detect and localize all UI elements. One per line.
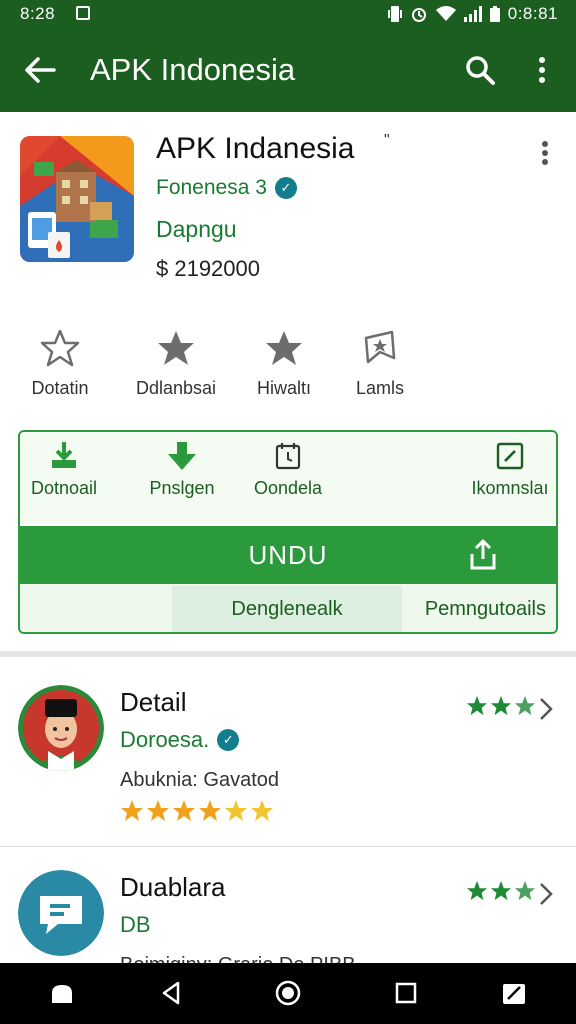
list-item-title: Duablara	[120, 872, 226, 902]
back-triangle-icon[interactable]	[158, 979, 186, 1007]
back-arrow-icon[interactable]	[20, 50, 60, 90]
app-price: $ 2192000	[156, 256, 260, 281]
alarm-icon	[411, 8, 426, 22]
quick-action-4[interactable]: Ikomnslaı	[466, 440, 554, 499]
search-icon[interactable]	[460, 50, 500, 90]
star-yellow-icon	[225, 800, 247, 821]
notification-icon	[76, 6, 90, 20]
status-right: 0:8:81	[387, 4, 558, 24]
list-item-subtitle: DB	[120, 912, 151, 937]
status-bar: 8:28 0:8:81	[0, 0, 576, 28]
star-green-icon	[490, 880, 512, 901]
app-header-card: APK Indanesia " Fonenesa 3 ✓ Dapngu $ 21…	[0, 112, 576, 657]
star-half-green-icon	[514, 695, 536, 716]
list-item-subtitle-row: DB	[120, 912, 151, 938]
wifi-icon	[435, 6, 456, 21]
stat-label: Lamls	[355, 378, 404, 398]
app-logo-icon	[20, 136, 134, 262]
bookmark-star-icon	[364, 330, 396, 364]
quick-action-label: Dotnoail	[30, 478, 98, 498]
recents-square-icon[interactable]	[392, 979, 420, 1007]
chevron-right-icon[interactable]	[536, 880, 556, 908]
quick-action-label: Oondela	[253, 478, 323, 498]
system-nav-bar	[0, 963, 576, 1024]
battery-icon	[489, 6, 500, 22]
star-orange-icon	[121, 800, 143, 821]
person-avatar-icon	[18, 685, 104, 771]
status-time-right: 0:8:81	[507, 4, 558, 23]
quick-action-1[interactable]: Dotnoail	[24, 440, 104, 499]
download-icon	[52, 442, 76, 468]
quick-action-label: Ikomnslaı	[471, 478, 549, 498]
app-list: Detail Doroesa. ✓ Abuknia: Gavatod Duabl…	[0, 663, 576, 976]
star-orange-icon	[199, 800, 221, 821]
quick-action-2[interactable]: Pnslgen	[138, 440, 226, 499]
list-item-meta: Abuknia: Gavatod	[120, 769, 279, 791]
secondary-action-middle[interactable]: Denglenealk	[172, 586, 402, 632]
chevron-right-icon[interactable]	[536, 695, 556, 723]
edit-icon	[496, 442, 524, 470]
app-bar-title: APK Indonesia	[90, 52, 296, 87]
rating-stars	[120, 799, 274, 823]
install-action-box: Dotnoail Pnslgen Oondela Ikomnslaı UNDU …	[18, 430, 558, 634]
quick-actions: Dotnoail Pnslgen Oondela Ikomnslaı	[20, 432, 556, 524]
list-item-title: Detail	[120, 687, 187, 717]
star-half-green-icon	[514, 880, 536, 901]
list-item-rating	[466, 880, 536, 902]
star-orange-icon	[147, 800, 169, 821]
quick-action-label: Pnslgen	[149, 478, 215, 498]
vibrate-icon	[387, 6, 402, 22]
list-item-subtitle: Doroesa.	[120, 727, 210, 752]
overflow-menu-icon[interactable]	[522, 50, 562, 90]
star-yellow-icon	[251, 800, 273, 821]
calendar-icon	[275, 443, 301, 470]
stat-label: Dotatin	[31, 378, 89, 398]
download-arrow-icon	[168, 442, 196, 470]
star-filled-icon	[266, 331, 302, 365]
home-app-icon[interactable]	[48, 979, 76, 1007]
star-green-icon	[466, 695, 488, 716]
verified-badge-icon: ✓	[217, 729, 240, 751]
star-orange-icon	[173, 800, 195, 821]
star-green-icon	[466, 880, 488, 901]
secondary-action-right[interactable]: Pemngutoails	[404, 586, 556, 632]
developer-name: Fonenesa 3	[156, 176, 267, 199]
star-green-icon	[490, 695, 512, 716]
signal-icon	[463, 6, 482, 22]
app-bar: APK Indonesia	[0, 28, 576, 112]
secondary-action-right-label: Pemngutoails	[424, 598, 546, 620]
share-icon[interactable]	[466, 538, 500, 572]
stat-label: Ddlanbsai	[135, 378, 217, 398]
app-category[interactable]: Dapngu	[156, 216, 237, 243]
secondary-action-middle-label: Denglenealk	[231, 598, 343, 620]
secondary-actions: Denglenealk Pemngutoails	[20, 584, 556, 632]
home-circle-icon[interactable]	[274, 979, 302, 1007]
star-filled-icon	[158, 331, 194, 365]
app-title: APK Indanesia	[156, 132, 355, 165]
developer-link[interactable]: Fonenesa 3 ✓	[156, 176, 297, 200]
list-item[interactable]: Detail Doroesa. ✓ Abuknia: Gavatod	[0, 663, 576, 847]
stat-item-2[interactable]: Ddlanbsai	[116, 328, 236, 399]
verified-badge-icon: ✓	[274, 177, 297, 199]
list-item-rating	[466, 695, 536, 717]
install-button[interactable]: UNDU	[20, 526, 556, 584]
quick-action-3[interactable]: Oondela	[248, 440, 328, 499]
stat-item-1[interactable]: Dotatin	[0, 328, 120, 399]
stats-row: Dotatin Ddlanbsai Hiwaltı Lamls	[0, 328, 576, 408]
screenshot-edit-icon[interactable]	[500, 979, 528, 1007]
status-time: 8:28	[20, 4, 56, 23]
chat-bubble-icon	[18, 870, 104, 956]
stat-item-4[interactable]: Lamls	[320, 328, 440, 399]
star-outline-icon	[40, 329, 80, 367]
app-title-mark: "	[384, 132, 390, 149]
more-options-icon[interactable]	[530, 136, 560, 170]
list-item-subtitle-row: Doroesa. ✓	[120, 727, 240, 753]
